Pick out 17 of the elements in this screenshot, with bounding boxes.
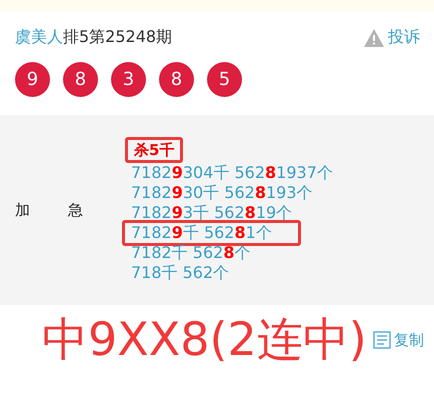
number-ball: 5 bbox=[207, 62, 242, 97]
prediction-line: 7182930千 5628193个 bbox=[130, 182, 314, 204]
kill-tag: 杀5千 bbox=[125, 137, 184, 163]
number-ball: 3 bbox=[111, 62, 146, 97]
number-ball: 8 bbox=[63, 62, 98, 97]
copy-button[interactable]: 复制 bbox=[373, 330, 424, 350]
issue-title: 排5第25248期 bbox=[63, 27, 172, 46]
copy-icon bbox=[373, 331, 391, 349]
prediction-line: 71829304千 56281937个 bbox=[130, 162, 334, 184]
annotation-text: 中9XX8(2连中) bbox=[42, 311, 367, 368]
warning-icon bbox=[364, 28, 384, 46]
number-ball: 8 bbox=[159, 62, 194, 97]
author-link[interactable]: 虞美人 bbox=[15, 27, 63, 46]
row-label: 加急 bbox=[14, 200, 122, 220]
number-ball: 9 bbox=[15, 62, 50, 97]
complaint-link[interactable]: 投诉 bbox=[364, 27, 420, 48]
prediction-line: 718千 562个 bbox=[130, 262, 230, 284]
